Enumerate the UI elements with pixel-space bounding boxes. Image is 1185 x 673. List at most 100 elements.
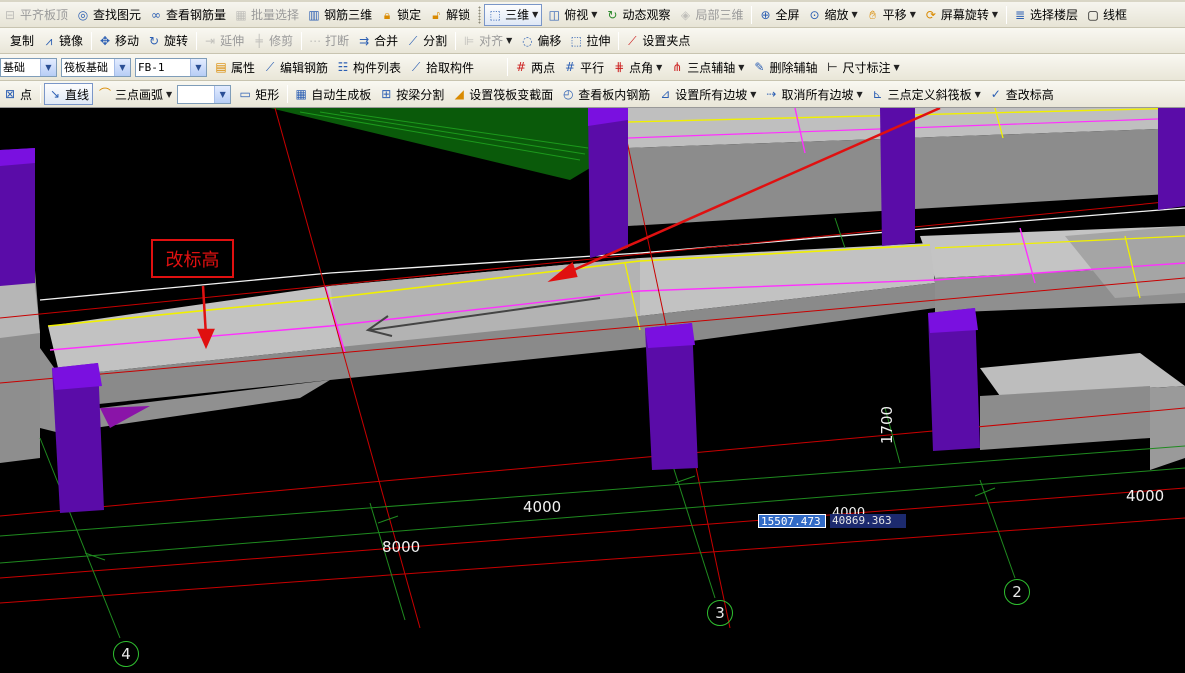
- three-point-slope-slab-button[interactable]: ⊾ 三点定义斜筏板 ▼: [868, 83, 984, 105]
- chevron-down-icon[interactable]: ▼: [856, 90, 862, 99]
- unlock-icon: 🔓︎: [432, 7, 440, 22]
- mirror-button[interactable]: ⩘ 镜像: [39, 30, 86, 52]
- line-button[interactable]: ↘ 直线: [44, 83, 94, 105]
- align-button[interactable]: ⊫ 对齐 ▼: [459, 30, 515, 52]
- toolbar-grip[interactable]: [478, 5, 482, 24]
- parallel-axis-button[interactable]: # 平行: [560, 56, 607, 78]
- copy-button[interactable]: 复制: [0, 30, 37, 52]
- pick-component-button[interactable]: ⟋ 拾取构件: [406, 56, 477, 78]
- mirror-icon: ⩘: [45, 33, 53, 48]
- draw-option-select[interactable]: ▼: [177, 84, 232, 104]
- toolbar-modify: 复制 ⩘ 镜像 ✥ 移动 ↻ 旋转 ⇥ 延伸 ╪ 修剪 ⋯ 打断 ⇉ 合并 ⟋ 分割 ⊫ 对齐 ▼ …: [0, 28, 1185, 54]
- stretch-icon: ⬚: [570, 33, 582, 48]
- unlock-button[interactable]: 🔓︎ 解锁: [426, 4, 473, 26]
- chevron-down-icon[interactable]: ▼: [506, 36, 512, 45]
- top-view-icon: ◫: [548, 7, 560, 22]
- zoom-button[interactable]: ⊙ 缩放 ▼: [805, 4, 861, 26]
- dimension-label: 8000: [382, 538, 421, 556]
- rectangle-button[interactable]: ▭ 矩形: [235, 83, 282, 105]
- point-angle-button[interactable]: ⋕ 点角 ▼: [609, 56, 665, 78]
- component-name-select[interactable]: FB-1 ▼: [135, 57, 207, 77]
- chevron-down-icon[interactable]: ▼: [166, 90, 172, 99]
- top-view-button[interactable]: ◫ 俯视 ▼: [544, 4, 600, 26]
- stretch-button[interactable]: ⬚ 拉伸: [566, 30, 613, 52]
- break-icon: ⋯: [309, 33, 322, 48]
- split-by-beam-icon: ⊞: [381, 87, 392, 101]
- right-box-side: [1150, 386, 1185, 470]
- local-3d-button[interactable]: ◈ 局部三维: [675, 4, 746, 26]
- component-list-button[interactable]: ☷ 构件列表: [333, 56, 404, 78]
- split-by-beam-button[interactable]: ⊞ 按梁分割: [376, 83, 447, 105]
- delete-axis-button[interactable]: ✎ 删除辅轴: [749, 56, 820, 78]
- drawing-viewport-3d[interactable]: 改标高 4000 8000 4000 1700 4000 4 3 2 15507…: [0, 108, 1185, 673]
- offset-button[interactable]: ◌ 偏移: [517, 30, 564, 52]
- zoom-icon: ⊙: [809, 7, 820, 22]
- view-3d-button[interactable]: ⬚ 三维 ▼: [484, 3, 543, 26]
- move-icon: ✥: [100, 33, 111, 48]
- chevron-down-icon[interactable]: ▼: [214, 85, 231, 103]
- move-button[interactable]: ✥ 移动: [95, 30, 142, 52]
- pan-button[interactable]: ✋︎ 平移 ▼: [863, 4, 919, 26]
- break-button[interactable]: ⋯ 打断: [305, 30, 352, 52]
- component-list-icon: ☷: [337, 60, 349, 74]
- axis-label-3: 3: [707, 600, 733, 626]
- parallel-icon: #: [565, 60, 576, 74]
- chevron-down-icon[interactable]: ▼: [910, 10, 916, 19]
- separator: [1006, 5, 1008, 24]
- chevron-down-icon[interactable]: ▼: [738, 63, 744, 72]
- separator: [618, 31, 620, 50]
- rebar-3d-button[interactable]: ▥ 钢筋三维: [304, 4, 375, 26]
- chevron-down-icon[interactable]: ▼: [656, 63, 662, 72]
- set-all-slopes-button[interactable]: ⊿ 设置所有边坡 ▼: [655, 83, 759, 105]
- edit-rebar-button[interactable]: ⟋ 编辑钢筋: [260, 56, 331, 78]
- lock-button[interactable]: 🔒︎ 锁定: [377, 4, 424, 26]
- delete-axis-icon: ✎: [754, 60, 765, 74]
- split-button[interactable]: ⟋ 分割: [403, 30, 450, 52]
- three-point-axis-icon: ⋔: [672, 60, 683, 74]
- chevron-down-icon[interactable]: ▼: [114, 58, 130, 76]
- type-select[interactable]: 筏板基础 ▼: [61, 57, 131, 77]
- extend-button[interactable]: ⇥ 延伸: [200, 30, 247, 52]
- chevron-down-icon[interactable]: ▼: [992, 10, 998, 19]
- chevron-down-icon[interactable]: ▼: [975, 90, 981, 99]
- chevron-down-icon[interactable]: ▼: [750, 90, 756, 99]
- category-select[interactable]: 基础 ▼: [0, 57, 57, 77]
- trim-button[interactable]: ╪ 修剪: [249, 30, 296, 52]
- find-element-button[interactable]: ◎ 查找图元: [73, 4, 144, 26]
- edit-elevation-button[interactable]: ✓ 查改标高: [986, 83, 1057, 105]
- coordinate-x-input[interactable]: 15507.473: [758, 514, 826, 528]
- chevron-down-icon[interactable]: ▼: [532, 10, 538, 19]
- two-point-axis-button[interactable]: # 两点: [511, 56, 558, 78]
- batch-select-button[interactable]: ▦ 批量选择: [231, 4, 302, 26]
- orbit-button[interactable]: ↻ 动态观察: [602, 4, 673, 26]
- wireframe-button[interactable]: ▢ 线框: [1083, 4, 1130, 26]
- chevron-down-icon[interactable]: ▼: [190, 58, 206, 76]
- fullscreen-button[interactable]: ⊕ 全屏: [755, 4, 802, 26]
- chevron-down-icon[interactable]: ▼: [591, 10, 597, 19]
- auto-generate-slab-button[interactable]: ▦ 自动生成板: [291, 83, 374, 105]
- view-rebar-glasses-icon: ∞: [151, 7, 162, 22]
- dimension-button[interactable]: ⊢ 尺寸标注 ▼: [822, 56, 902, 78]
- chevron-down-icon[interactable]: ▼: [852, 10, 858, 19]
- view-rebar-amount-button[interactable]: ∞ 查看钢筋量: [146, 4, 229, 26]
- cancel-all-slopes-button[interactable]: ⇢ 取消所有边坡 ▼: [761, 83, 865, 105]
- coordinate-y-input[interactable]: 40869.363: [830, 514, 906, 528]
- chevron-down-icon[interactable]: ▼: [40, 58, 56, 76]
- three-point-axis-button[interactable]: ⋔ 三点辅轴 ▼: [667, 56, 747, 78]
- merge-button[interactable]: ⇉ 合并: [354, 30, 401, 52]
- arc-button[interactable]: ⌒ 三点画弧 ▼: [95, 83, 175, 105]
- rotate-button[interactable]: ↻ 旋转: [144, 30, 191, 52]
- view-slab-rebar-button[interactable]: ◴ 查看板内钢筋: [558, 83, 653, 105]
- variable-section-button[interactable]: ◢ 设置筏板变截面: [449, 83, 556, 105]
- find-binoculars-icon: ◎: [77, 7, 89, 22]
- properties-button[interactable]: ▤ 属性: [211, 56, 258, 78]
- toolbar-component: 基础 ▼ 筏板基础 ▼ FB-1 ▼ ▤ 属性 ⟋ 编辑钢筋 ☷ 构件列表 ⟋ 拾取构件 # 两…: [0, 54, 1185, 81]
- screen-rotate-button[interactable]: ⟳ 屏幕旋转 ▼: [921, 4, 1001, 26]
- chevron-down-icon[interactable]: ▼: [893, 63, 899, 72]
- select-floor-button[interactable]: ≣ 选择楼层: [1010, 4, 1081, 26]
- align-top-button[interactable]: ⊟ 平齐板顶: [0, 4, 71, 26]
- axis-label-4: 4: [113, 641, 139, 667]
- set-grip-button[interactable]: ⟋ 设置夹点: [622, 30, 693, 52]
- screen-rotate-icon: ⟳: [925, 7, 936, 22]
- point-button[interactable]: ⊠ 点: [0, 83, 35, 105]
